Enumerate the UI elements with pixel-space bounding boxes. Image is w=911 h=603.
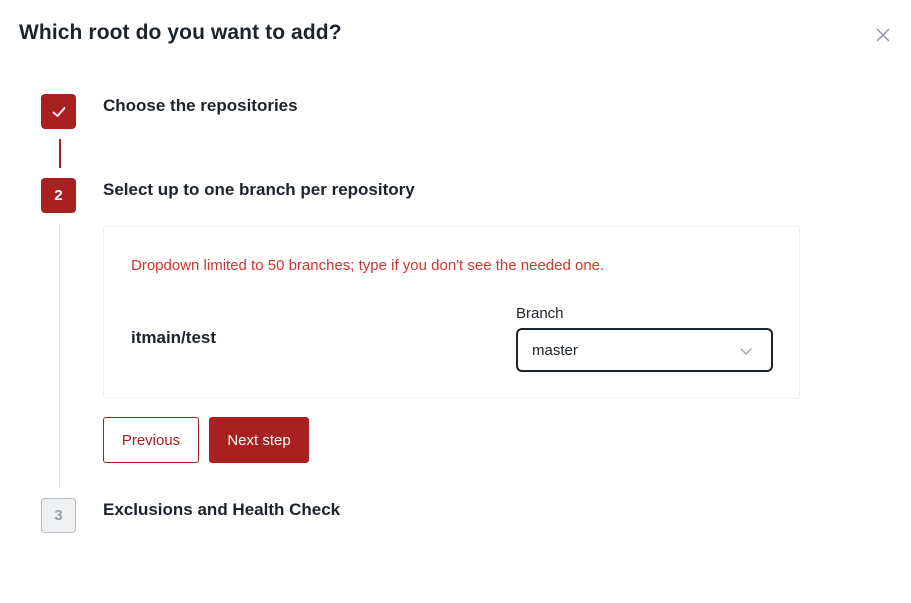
step-1-title[interactable]: Choose the repositories: [103, 96, 298, 116]
check-icon: [52, 106, 65, 117]
branch-select-value: master: [532, 341, 578, 359]
chevron-down-icon: [740, 348, 752, 355]
branch-field-label: Branch: [516, 305, 564, 322]
step-connector-1: [59, 139, 61, 168]
step-2-title: Select up to one branch per repository: [103, 180, 415, 199]
repository-name: itmain/test: [131, 328, 217, 347]
branch-selection-panel: Dropdown limited to 50 branches; type if…: [103, 226, 800, 399]
step-3-badge: 3: [41, 498, 76, 533]
step-connector-2: [59, 223, 60, 488]
close-icon: [876, 28, 890, 42]
previous-button[interactable]: Previous: [103, 417, 199, 463]
branch-limit-warning: Dropdown limited to 50 branches; type if…: [131, 257, 605, 274]
step-1-badge: [41, 94, 76, 129]
step-3-title: Exclusions and Health Check: [103, 500, 341, 519]
close-button[interactable]: [874, 26, 892, 44]
dialog-title: Which root do you want to add?: [19, 21, 342, 44]
next-step-button[interactable]: Next step: [209, 417, 309, 463]
step-2-badge: 2: [41, 178, 76, 213]
branch-select[interactable]: master: [516, 328, 773, 372]
